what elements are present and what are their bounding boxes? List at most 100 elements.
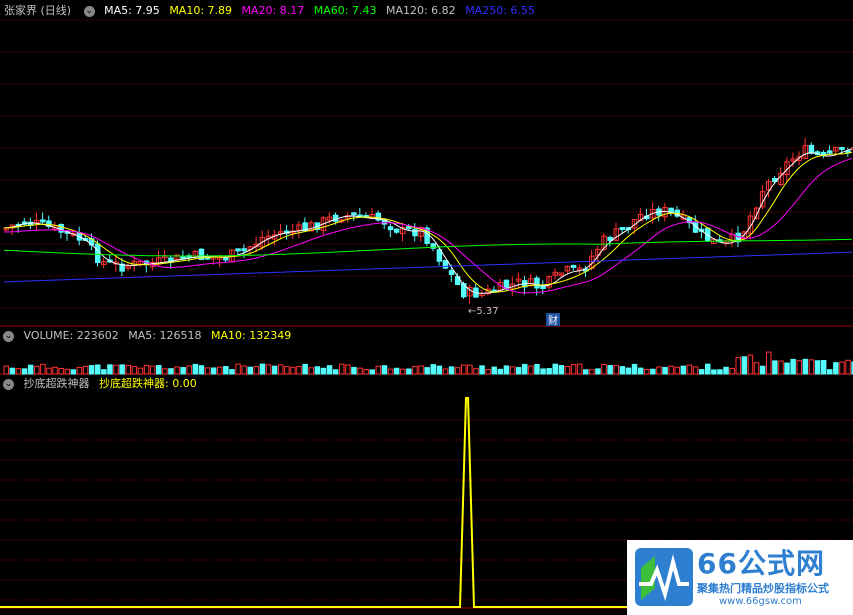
chevron-down-icon[interactable]: ⌄ [3, 330, 14, 342]
indicator-title: 抄底超跌神器 [23, 377, 90, 390]
candle-body [393, 228, 400, 233]
candle-body [454, 276, 461, 285]
candle-body [235, 248, 241, 252]
volume-bar [656, 366, 662, 375]
volume-bar [467, 364, 473, 375]
volume-bar [204, 367, 211, 375]
volume-bar [241, 365, 247, 375]
volume-bar [833, 362, 839, 375]
chevron-down-icon[interactable]: ⌄ [3, 378, 14, 390]
volume-bar [583, 369, 589, 375]
volume-bar [131, 365, 138, 375]
volume-bar [52, 366, 58, 375]
volume-bar [808, 359, 815, 375]
volume-bar [149, 365, 156, 375]
volume-bar [564, 365, 571, 375]
volume-bar [217, 366, 223, 375]
volume-bar [345, 364, 351, 375]
candle-body [448, 270, 455, 275]
volume-bar [15, 368, 22, 375]
ma20-label: MA20: 8.17 [241, 4, 305, 17]
volume-bar [497, 368, 504, 375]
volume-bar [387, 368, 394, 375]
volume-bar [601, 364, 607, 375]
volume-bar [296, 365, 302, 375]
volume-bar [326, 365, 333, 375]
candle-body [808, 144, 815, 154]
volume-bar [637, 367, 644, 375]
ma5-line [3, 148, 853, 294]
volume-bar [790, 358, 796, 375]
volume-bar [723, 366, 729, 375]
volume-bar [27, 364, 34, 375]
volume-bar [735, 356, 741, 375]
volume-bar [278, 364, 284, 375]
volume-bar [339, 363, 345, 375]
volume-bar [357, 367, 363, 375]
volume-bar [540, 368, 546, 375]
volume-bar [552, 363, 558, 375]
volume-bar [332, 369, 339, 375]
volume-bar [82, 365, 89, 375]
volume-bar [229, 369, 235, 375]
volume-bar [485, 369, 491, 375]
candle-body [387, 226, 394, 231]
volume-bar [680, 365, 687, 375]
ma5-label: MA5: 7.95 [104, 4, 160, 17]
volume-bar [393, 367, 400, 375]
volume-bar [210, 367, 217, 375]
volume-bar [381, 365, 388, 375]
volume-bar [686, 364, 693, 375]
volume-bar [107, 364, 113, 375]
volume-bar [448, 366, 455, 375]
volume-bar [418, 365, 424, 375]
volume-bar [168, 368, 174, 375]
volume-bar [308, 367, 314, 375]
volume-bar [650, 368, 656, 375]
watermark-url: www.66gsw.com [719, 596, 802, 607]
volume-bar [186, 365, 192, 375]
volume-bar [156, 365, 162, 375]
volume-bar [613, 365, 619, 375]
candle-body [503, 279, 510, 289]
candle-body [570, 264, 577, 268]
volume-bar [64, 368, 70, 375]
volume-bar [95, 364, 101, 375]
logo-icon [635, 548, 693, 606]
watermark-logo: 66公式网 聚集热门精品炒股指标公式 www.66gsw.com [627, 540, 853, 615]
volume-bar [528, 365, 534, 375]
volume-panel-header: ⌄ VOLUME: 223602 MA5: 126518 MA10: 13234… [0, 328, 297, 344]
ma120-label: MA120: 6.82 [385, 4, 456, 17]
volume-bar [9, 367, 16, 375]
volume-bar [34, 365, 40, 375]
volume-bar [363, 369, 369, 375]
chevron-down-icon[interactable]: ⌄ [83, 5, 95, 17]
candle-body [827, 150, 833, 154]
volume-bar [705, 363, 711, 375]
volume-bar [839, 361, 845, 375]
candle-body [839, 146, 845, 150]
volume-bar [625, 367, 632, 375]
volume-ma5-label: MA5: 126518 [128, 329, 202, 342]
candle-body [40, 219, 46, 223]
volume-bar [412, 365, 418, 375]
volume-bar [3, 365, 9, 375]
candle-body [241, 248, 247, 252]
volume-bar [198, 365, 205, 375]
volume-bar [430, 364, 436, 375]
stock-title[interactable]: 张家界 (日线) [4, 4, 71, 17]
volume-bar [503, 365, 510, 375]
volume-bar [741, 356, 748, 375]
volume-bar [692, 366, 699, 375]
chart-canvas[interactable]: ←5.37 财 [0, 0, 853, 615]
volume-bar [772, 360, 778, 375]
volume-bar [827, 369, 833, 375]
ma250-label: MA250: 6.55 [465, 4, 535, 17]
volume-bar [40, 363, 46, 375]
volume-bar [192, 363, 199, 375]
candle-body [223, 257, 229, 261]
volume-bar [119, 364, 125, 375]
volume-bar [644, 368, 650, 375]
ma10-line [3, 151, 853, 293]
volume-bar [534, 364, 540, 375]
